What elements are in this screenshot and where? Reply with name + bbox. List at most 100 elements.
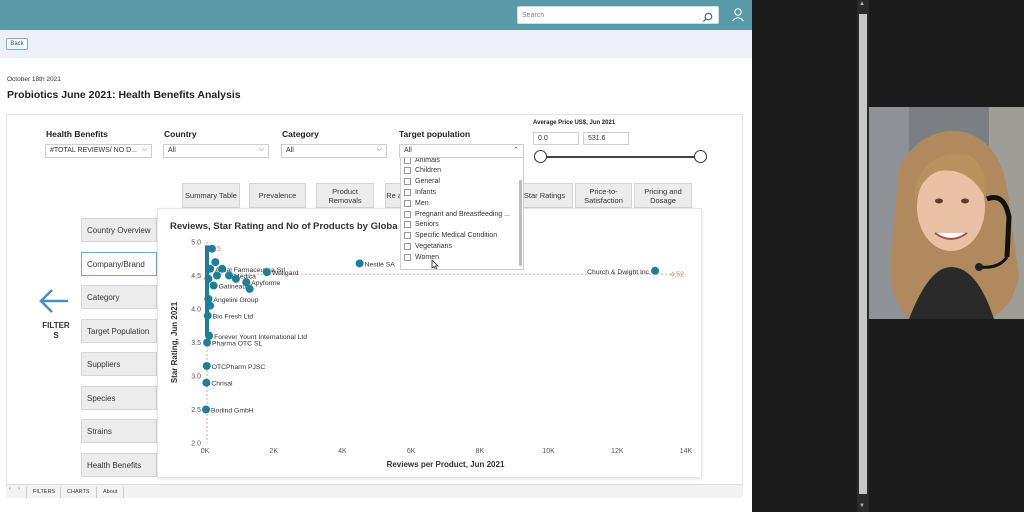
nav-health-benefits[interactable]: Health Benefits (81, 453, 157, 477)
filters-label: FILTER S (37, 321, 75, 341)
dropdown-option[interactable]: Seniors (404, 220, 439, 230)
tab-prevalence[interactable]: Prevalence (249, 183, 306, 208)
checkbox[interactable] (404, 253, 411, 261)
data-point[interactable] (202, 361, 211, 370)
option-label: Men (415, 199, 429, 207)
nav-country-overview[interactable]: Country Overview (81, 218, 157, 242)
arrow-left-icon[interactable] (38, 287, 70, 320)
data-point[interactable] (355, 259, 364, 268)
checkbox[interactable] (404, 188, 411, 196)
data-point-cluster[interactable] (205, 245, 209, 336)
data-point-label: Apyforme (251, 280, 280, 287)
country-select[interactable]: All ⌵ (163, 144, 269, 158)
tab-pricing-and-dosage[interactable]: Pricing and Dosage (634, 183, 692, 208)
category-select[interactable]: All ⌵ (281, 144, 387, 158)
price-slider-min-handle[interactable] (534, 150, 547, 163)
data-point[interactable] (262, 268, 271, 277)
data-point[interactable] (203, 311, 212, 320)
data-point[interactable] (213, 271, 222, 280)
scroll-up-icon[interactable]: ▲ (859, 1, 865, 7)
target-population-value: All (404, 147, 412, 154)
data-point[interactable] (203, 338, 212, 347)
data-point-label: Nestlé SA (365, 261, 396, 268)
user-icon[interactable] (728, 6, 748, 24)
checkbox[interactable] (404, 167, 411, 175)
nav-species[interactable]: Species (81, 386, 157, 410)
nav-target-population[interactable]: Target Population (81, 319, 157, 343)
x-tick-label: 8K (476, 448, 485, 455)
data-point-label: Wellgard (272, 270, 299, 277)
data-point[interactable] (207, 244, 216, 253)
option-label: Vegetarians (415, 242, 452, 250)
chevron-down-icon: ⌵ (258, 146, 264, 153)
dropdown-option[interactable]: General (404, 177, 440, 187)
x-tick-label: 6K (407, 448, 416, 455)
browser-scrollbar[interactable]: ▲ ▼ (857, 0, 869, 512)
data-point[interactable] (206, 301, 215, 310)
scroll-down-icon[interactable]: ▼ (859, 503, 865, 509)
data-point[interactable] (211, 258, 220, 267)
x-tick-label: 0K (201, 448, 210, 455)
search-icon[interactable] (702, 10, 713, 28)
dropdown-scrollbar[interactable] (519, 180, 522, 266)
dropdown-option[interactable]: Infants (404, 187, 436, 197)
data-point[interactable] (245, 284, 254, 293)
page-tab-about[interactable]: About (96, 487, 125, 498)
data-point[interactable] (204, 274, 213, 283)
search-input[interactable] (522, 9, 698, 22)
next-page-icon[interactable]: › (18, 486, 20, 492)
tab-star-ratings[interactable]: Star Ratings (516, 183, 573, 208)
checkbox[interactable] (404, 242, 411, 250)
dropdown-option[interactable]: Vegetarians (404, 241, 452, 251)
data-point-label: Angelini Group (213, 297, 258, 304)
checkbox[interactable] (404, 210, 411, 218)
dropdown-option[interactable]: Pregnant and Breastfeeding ... (404, 209, 510, 219)
prev-page-icon[interactable]: ‹ (9, 486, 11, 492)
back-button[interactable]: Back (6, 38, 28, 50)
dropdown-option[interactable]: Men (404, 198, 429, 208)
option-label: Seniors (415, 221, 439, 229)
price-min-input[interactable]: 0.0 (533, 132, 579, 145)
nav-suppliers[interactable]: Suppliers (81, 352, 157, 376)
dropdown-option[interactable]: Animals (404, 158, 440, 165)
dropdown-option[interactable]: Children (404, 166, 441, 176)
data-point[interactable] (651, 266, 660, 275)
tab-price-to-satisfaction[interactable]: Price-to-Satisfaction (575, 183, 632, 208)
checkbox[interactable] (404, 158, 411, 164)
data-point[interactable] (231, 274, 240, 283)
data-point[interactable] (209, 281, 218, 290)
nav-company-brand[interactable]: Company/Brand (81, 252, 157, 276)
target-population-dropdown[interactable]: Animals Children General Infants Men Pregnant… (400, 157, 524, 270)
checkbox[interactable] (404, 232, 411, 240)
page-tabs: ‹ › FILTERS CHARTS About (6, 484, 743, 498)
checkbox[interactable] (404, 221, 411, 229)
checkbox[interactable] (404, 199, 411, 207)
nav-category[interactable]: Category (81, 285, 157, 309)
price-max-input[interactable]: 531.6 (583, 132, 629, 145)
option-label: General (415, 178, 440, 186)
dropdown-option[interactable]: Specific Medical Condition (404, 231, 497, 241)
person-image (869, 107, 1024, 319)
data-point-label: Borlind GmbH (211, 408, 254, 415)
data-point[interactable] (202, 405, 211, 414)
data-point[interactable] (204, 294, 213, 303)
health-benefits-select[interactable]: #TOTAL REVIEWS/ NO D... ⌵ (45, 144, 152, 158)
search-box[interactable] (517, 6, 719, 24)
page-tab-filters[interactable]: FILTERS (26, 487, 61, 498)
price-slider-max-handle[interactable] (694, 150, 707, 163)
data-point[interactable] (202, 378, 211, 387)
data-point[interactable] (206, 264, 215, 273)
y-tick-label: 4.5 (191, 273, 201, 280)
target-population-select[interactable]: All ⌃ (399, 144, 524, 158)
data-point[interactable] (225, 271, 234, 280)
data-point[interactable] (218, 264, 227, 273)
nav-strains[interactable]: Strains (81, 419, 157, 443)
tab-product-removals[interactable]: Product Removals (316, 183, 374, 208)
page-tab-charts[interactable]: CHARTS (60, 487, 96, 498)
tab-summary-table[interactable]: Summary Table (182, 183, 240, 208)
scrollbar-thumb[interactable] (859, 14, 867, 494)
checkbox[interactable] (404, 178, 411, 186)
y-tick-label: 4.0 (191, 307, 201, 314)
chevron-up-icon: ⌃ (513, 147, 519, 154)
top-bar (0, 0, 752, 30)
